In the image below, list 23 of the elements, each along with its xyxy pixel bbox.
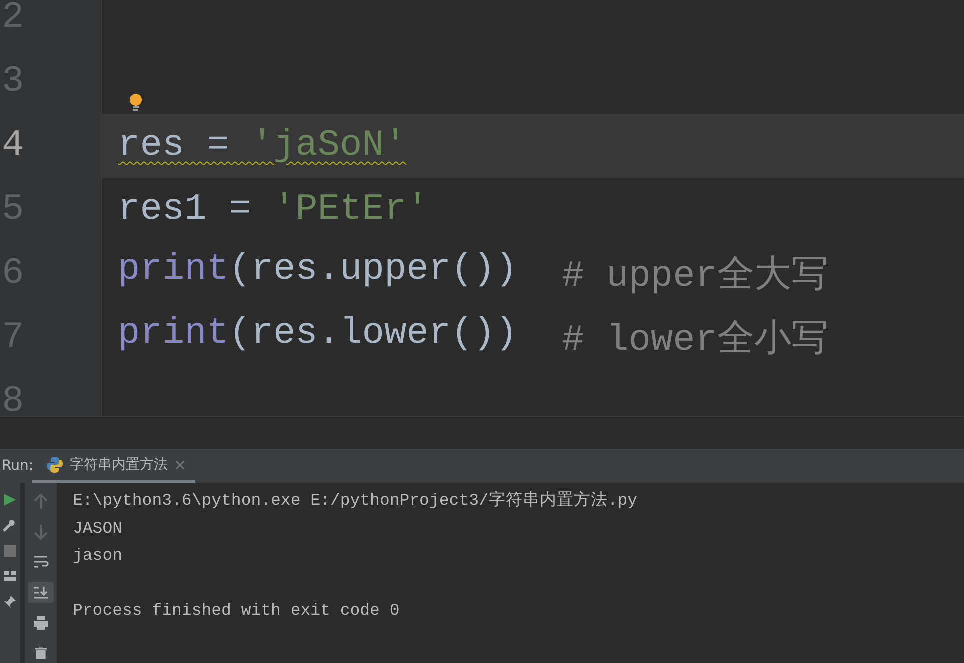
run-icon[interactable]: [3, 493, 17, 507]
code-comment: # upper全大写: [562, 254, 829, 299]
string-literal: 'PEtEr': [273, 189, 429, 231]
console-line: JASON: [73, 518, 124, 540]
wrench-icon[interactable]: [3, 519, 17, 533]
code-text: res =: [118, 125, 230, 167]
console-line: Process finished with exit code 0: [73, 600, 401, 622]
python-icon: [46, 456, 64, 474]
code-text: (res.lower()): [229, 313, 519, 357]
builtin-name: print: [118, 249, 230, 293]
lightbulb-icon[interactable]: [129, 94, 143, 112]
scroll-to-end-icon[interactable]: [28, 582, 54, 604]
code-text: res1 =: [118, 189, 252, 231]
run-label: Run:: [2, 458, 35, 474]
pin-icon[interactable]: [3, 595, 17, 609]
console-line: E:\python3.6\python.exe E:/pythonProject3/字符串内置方法.py: [73, 490, 639, 512]
console-line: jason: [73, 545, 124, 567]
line-number: 4: [2, 128, 24, 164]
string-literal: 'jaSoN': [251, 125, 407, 167]
code-text: (res.upper()): [229, 249, 519, 293]
code-comment: # lower全小写: [562, 318, 829, 363]
builtin-name: print: [118, 313, 230, 357]
layout-icon[interactable]: [3, 569, 17, 583]
